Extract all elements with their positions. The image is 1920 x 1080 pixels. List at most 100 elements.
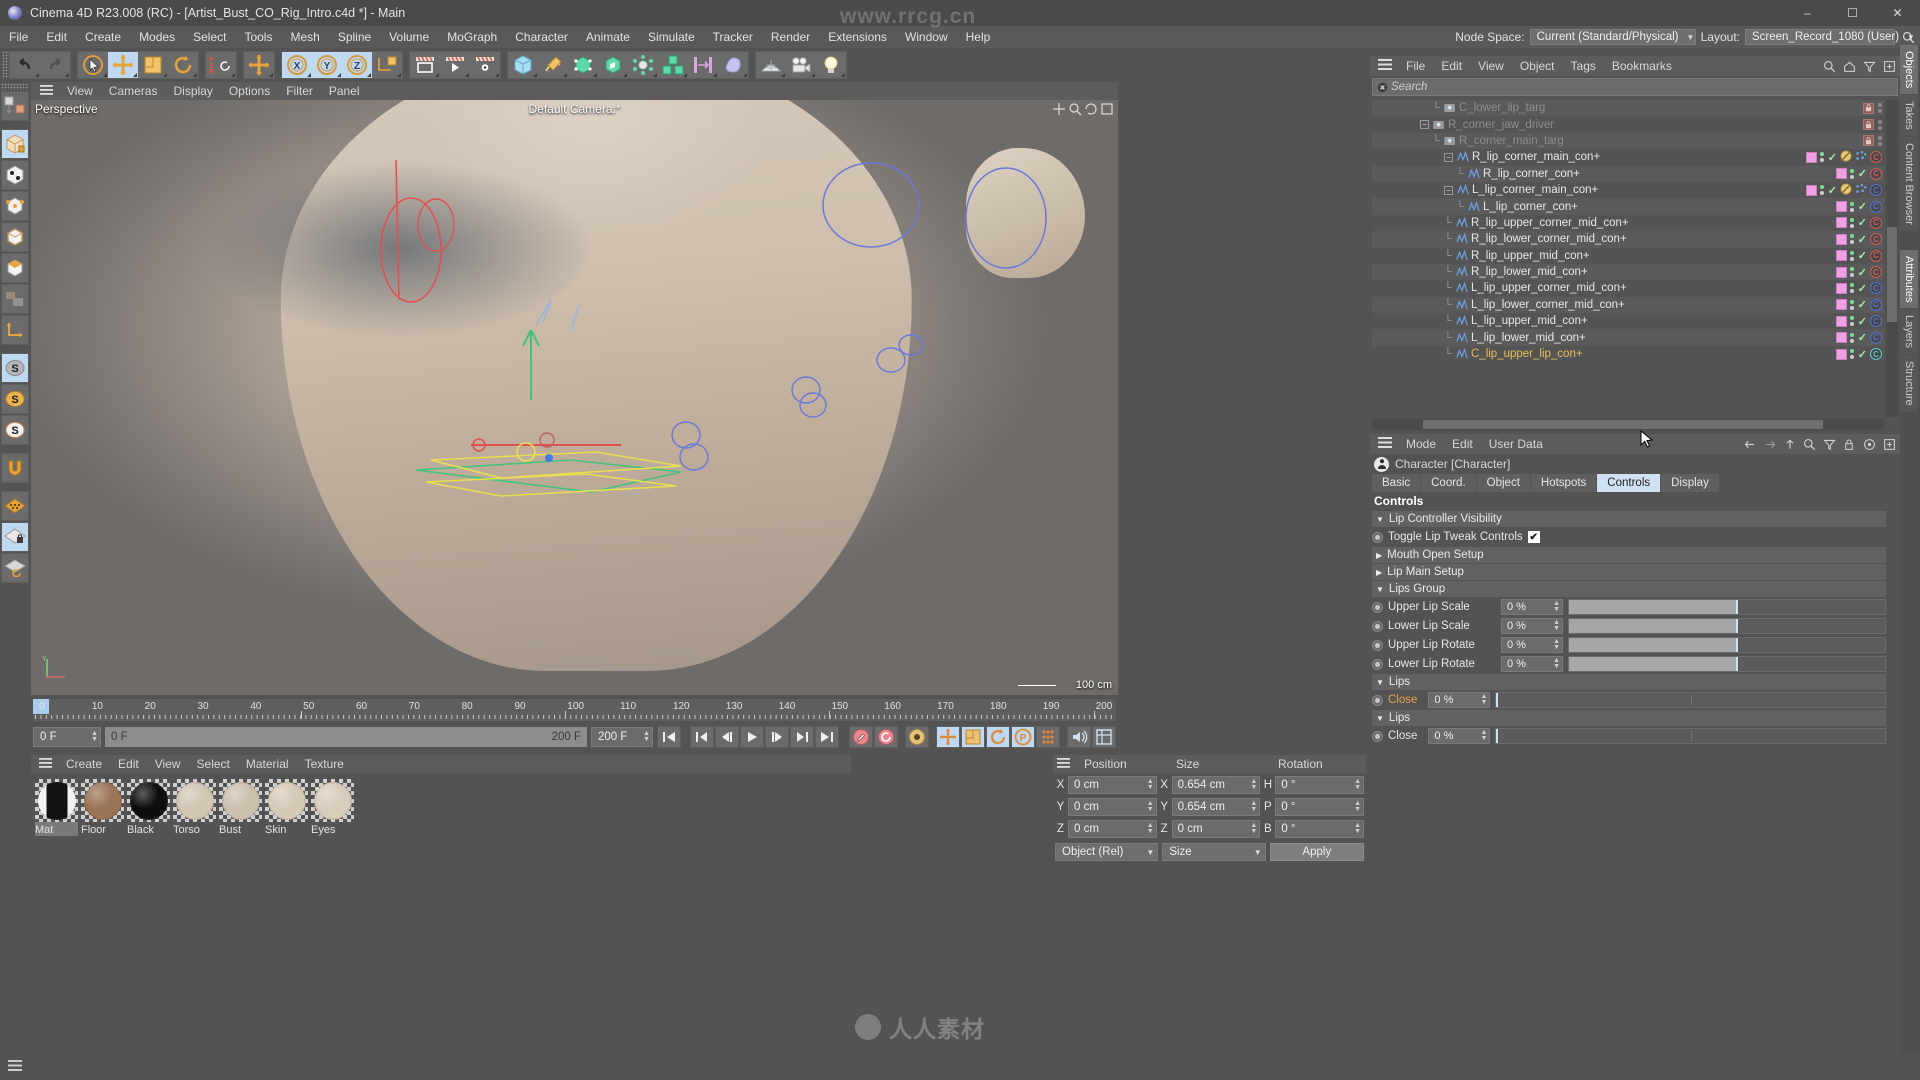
stepper-icon[interactable]: ▲ ▼ [1480, 693, 1487, 706]
viewport-menu-burger-icon[interactable] [31, 84, 59, 98]
menu-item-window[interactable]: Window [896, 26, 957, 48]
character-constraint-tag-icon[interactable]: C [1870, 315, 1882, 328]
timeline-ruler[interactable]: 0 10 20 30 40 50 60 70 80 90 100 110 120 130 140 150 160… [33, 699, 1116, 721]
visibility-dots[interactable] [1850, 234, 1855, 245]
record-active-objects-button[interactable] [849, 726, 873, 748]
visibility-dots[interactable] [1850, 299, 1855, 310]
visibility-dots[interactable] [1877, 103, 1882, 114]
menu-item-select[interactable]: Select [184, 26, 235, 48]
viewport-solo-button[interactable]: S [1, 384, 29, 414]
document-end-field[interactable]: 200 F ▲ ▼ [591, 727, 653, 747]
stepper-icon[interactable]: ▲ ▼ [1553, 600, 1560, 613]
attribute-group-header[interactable]: ▼ Lip Controller Visibility [1372, 511, 1886, 527]
enabled-check-icon[interactable]: ✓ [1858, 298, 1867, 311]
attribute-value-field[interactable]: 0 % ▲ ▼ [1428, 692, 1491, 708]
spline-pen-button[interactable] [538, 52, 568, 78]
left-toolbar-drag-handle[interactable] [1, 83, 29, 90]
visibility-dots[interactable] [1850, 316, 1855, 327]
viewport-menu-cameras[interactable]: Cameras [101, 82, 166, 100]
character-constraint-tag-icon[interactable]: C [1870, 167, 1882, 180]
viewport-menu-options[interactable]: Options [221, 82, 278, 100]
material-item[interactable]: Skin [265, 779, 308, 836]
menu-item-tools[interactable]: Tools [235, 26, 281, 48]
render-settings-button[interactable] [470, 52, 500, 78]
menu-item-character[interactable]: Character [506, 26, 577, 48]
dock-tab-objects[interactable]: Objects [1900, 45, 1918, 95]
display-tag[interactable] [1835, 168, 1847, 180]
layout-button[interactable] [1092, 726, 1116, 748]
stepper-icon[interactable]: ▲ ▼ [1250, 778, 1257, 791]
search-icon[interactable] [1803, 438, 1816, 451]
viewport-canvas[interactable]: Perspective Default Camera:* Y 100 cm [31, 100, 1118, 695]
attribute-value-field[interactable]: 0 % ▲ ▼ [1428, 728, 1491, 744]
stepper-icon[interactable]: ▲ ▼ [1250, 800, 1257, 813]
parameter-dot-icon[interactable] [1372, 639, 1383, 651]
stepper-icon[interactable]: ▲ ▼ [1147, 800, 1154, 813]
viewport-maximize-icon[interactable] [1100, 102, 1114, 116]
deformer-button[interactable] [688, 52, 718, 78]
visibility-dots[interactable] [1850, 283, 1855, 294]
visibility-dots[interactable] [1850, 267, 1855, 278]
up-arrow-icon[interactable] [1783, 438, 1796, 451]
attribute-group-header[interactable]: ▶ Mouth Open Setup [1372, 547, 1886, 563]
menu-item-create[interactable]: Create [76, 26, 130, 48]
enabled-check-icon[interactable]: ✓ [1858, 331, 1867, 344]
menu-item-edit[interactable]: Edit [37, 26, 76, 48]
world-coordinate-toggle[interactable] [372, 52, 402, 78]
enabled-check-icon[interactable]: ✓ [1858, 200, 1867, 213]
material-swatch[interactable] [173, 779, 216, 822]
stepper-icon[interactable]: ▲ ▼ [1553, 638, 1560, 651]
table-row[interactable]: − R_lip_corner_main_con+ ✓ C [1372, 149, 1884, 166]
workplane-button[interactable] [1, 491, 29, 521]
material-swatch[interactable] [81, 779, 124, 822]
character-constraint-tag-icon[interactable]: C [1870, 151, 1882, 164]
stepper-icon[interactable]: ▲ ▼ [1147, 778, 1154, 791]
material-menu-material[interactable]: Material [238, 755, 297, 773]
coord-rotation-field[interactable]: 0 ° ▲ ▼ [1275, 776, 1365, 794]
enabled-check-icon[interactable]: ✓ [1858, 315, 1867, 328]
object-menu-tags[interactable]: Tags [1563, 56, 1604, 76]
dock-tab-structure[interactable]: Structure [1900, 355, 1918, 413]
viewport-pan-icon[interactable] [1052, 102, 1066, 116]
table-row[interactable]: └ L_lip_upper_mid_con+ ✓ C [1372, 313, 1884, 330]
stepper-icon[interactable]: ▲ ▼ [85, 730, 98, 743]
points-mode-button[interactable] [1, 191, 29, 221]
render-to-picture-viewer-button[interactable] [440, 52, 470, 78]
menu-item-volume[interactable]: Volume [380, 26, 438, 48]
enabled-check-icon[interactable]: ✓ [1858, 266, 1867, 279]
visibility-dots[interactable] [1850, 217, 1855, 228]
enabled-check-icon[interactable]: ✓ [1858, 282, 1867, 295]
attribute-menu-user-data[interactable]: User Data [1481, 434, 1551, 454]
slider-handle[interactable] [1736, 600, 1739, 614]
table-row[interactable]: └ L_lip_lower_corner_mid_con+ ✓ C [1372, 296, 1884, 314]
camera-button[interactable] [786, 52, 816, 78]
menu-item-help[interactable]: Help [957, 26, 1000, 48]
attribute-group-header[interactable]: ▶ Lip Main Setup [1372, 564, 1886, 580]
stepper-icon[interactable]: ▲ ▼ [1147, 822, 1154, 835]
lock-icon[interactable] [1843, 438, 1856, 451]
visibility-dots[interactable] [1850, 201, 1855, 212]
material-item[interactable]: Bust [219, 779, 262, 836]
coord-position-field[interactable]: 0 cm ▲ ▼ [1068, 776, 1157, 794]
slider-handle[interactable] [1736, 657, 1739, 671]
menu-item-tracker[interactable]: Tracker [704, 26, 762, 48]
display-tag[interactable] [1835, 348, 1847, 360]
enabled-check-icon[interactable]: ✓ [1858, 233, 1867, 246]
attribute-group-header[interactable]: ▼ Lips [1372, 674, 1886, 690]
lock-icon[interactable] [1863, 119, 1874, 131]
filter-icon[interactable] [1823, 438, 1836, 451]
rotation-key-button[interactable] [986, 726, 1010, 748]
visibility-dots[interactable] [1850, 168, 1855, 179]
slider-handle[interactable] [1496, 729, 1499, 743]
menu-item-file[interactable]: File [0, 26, 37, 48]
attribute-slider[interactable] [1495, 728, 1886, 744]
coord-size-field[interactable]: 0.654 cm ▲ ▼ [1171, 776, 1261, 794]
coord-rotation-field[interactable]: 0 ° ▲ ▼ [1275, 820, 1365, 838]
attribute-slider[interactable] [1568, 656, 1886, 672]
object-menu-object[interactable]: Object [1512, 56, 1563, 76]
planar-workplane-button[interactable] [1, 553, 29, 583]
material-swatch[interactable] [127, 779, 170, 822]
texture-mode-button[interactable] [1, 160, 29, 190]
material-menu-burger-icon[interactable] [31, 757, 58, 771]
slider-handle[interactable] [1736, 638, 1739, 652]
